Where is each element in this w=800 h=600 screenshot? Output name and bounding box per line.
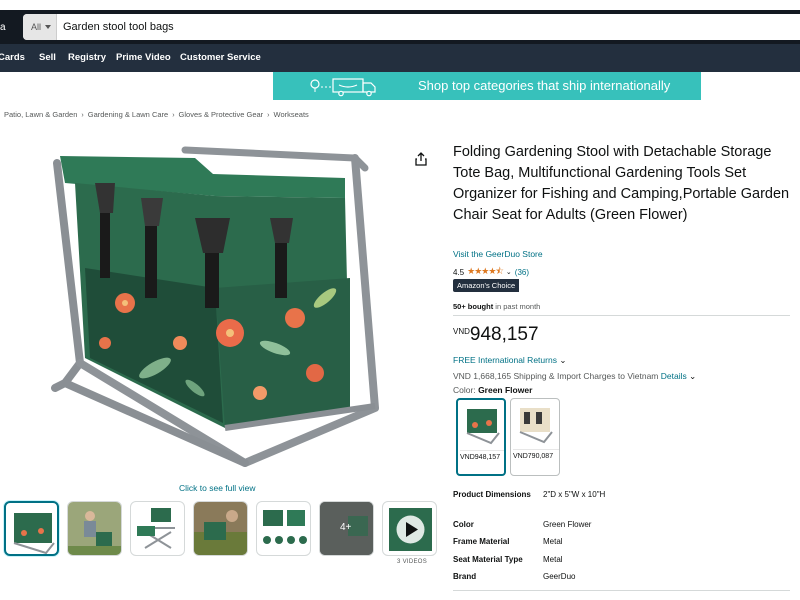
rating-count[interactable]: (36) [515,268,529,277]
shipping-text: VND 1,668,165 Shipping & Import Charges … [453,371,659,381]
spec-key: Frame Material [453,537,510,546]
chevron-right-icon: › [81,112,84,119]
nav-item-customer-service[interactable]: Customer Service [180,52,261,63]
spec-value: GeerDuo [543,572,576,581]
search-bar: All [23,14,800,40]
promo-banner[interactable]: Shop top categories that ship internatio… [273,72,701,100]
color-swatch-green-flower[interactable]: VND948,157 [456,398,506,476]
thumbnail-4[interactable] [193,501,248,556]
store-link[interactable]: Visit the GeerDuo Store [453,249,543,259]
full-view-link[interactable]: Click to see full view [179,483,256,493]
chevron-right-icon: › [267,112,270,119]
chevron-down-icon[interactable]: ⌄ [506,268,512,276]
returns-label: FREE International Returns [453,355,557,365]
breadcrumb-item[interactable]: Workseats [274,110,309,119]
bought-count-bold: 50+ bought [453,302,494,311]
thumbnail-1[interactable] [4,501,59,556]
caret-down-icon [45,25,51,29]
breadcrumb: Patio, Lawn & Garden › Gardening & Lawn Ca… [4,110,309,119]
breadcrumb-item[interactable]: Patio, Lawn & Garden [4,110,77,119]
top-strip [0,0,800,10]
divider [453,315,790,316]
bought-count-rest: in past month [493,302,541,311]
nav-bar: Cards Sell Registry Prime Video Customer… [0,44,800,72]
chevron-down-icon: ⌄ [559,355,567,365]
thumbnail-image [68,502,121,555]
color-selector-label: Color: Green Flower [453,385,532,395]
nav-item-registry[interactable]: Registry [68,52,106,63]
returns-link[interactable]: FREE International Returns ⌄ [453,355,566,366]
truck-icon [310,78,376,97]
shipping-info: VND 1,668,165 Shipping & Import Charges … [453,371,696,382]
swatch-image [466,409,500,445]
shipping-details-link[interactable]: Details [661,371,687,381]
color-label: Color: [453,385,476,395]
spec-key: Color [453,520,474,529]
thumbnail-image [194,502,247,555]
search-input[interactable] [63,14,763,40]
price-currency: VND [453,327,470,336]
price: VND948,157 [453,324,539,346]
star-rating-icon[interactable]: ★★★★⯪ [467,264,504,280]
videos-label: 3 VIDEOS [397,559,428,565]
thumbnail-image [263,510,307,544]
search-department-label: All [31,22,42,32]
bought-count: 50+ bought in past month [453,302,540,311]
swatch-price: VND948,157 [460,450,504,463]
thumbnail-5[interactable] [256,501,311,556]
spec-key: Brand [453,572,477,581]
color-value: Green Flower [478,385,533,395]
spec-value: Green Flower [543,520,592,529]
spec-value: Metal [543,537,563,546]
play-icon [389,508,432,551]
header: a All [0,10,800,44]
rating-value: 4.5 [453,267,465,277]
thumbnail-image [13,513,55,554]
thumbnail-strip: 4+ [4,501,444,561]
swatch-image [519,408,553,444]
more-images-count: 4+ [340,522,352,533]
color-swatch-alt[interactable]: VND790,087 [510,398,560,476]
header-logo-fragment[interactable]: a [0,22,6,33]
spec-key: Seat Material Type [453,555,523,564]
nav-item-sell[interactable]: Sell [39,52,56,63]
divider [453,590,790,591]
rating-row: 4.5 ★★★★⯪ ⌄ (36) [453,264,529,280]
price-amount: 948,157 [469,324,539,345]
nav-item-gift-cards[interactable]: Cards [0,52,25,63]
main-product-image[interactable] [45,138,395,478]
chevron-right-icon: › [172,112,175,119]
product-title: Folding Gardening Stool with Detachable … [453,144,790,223]
banner-text: Shop top categories that ship internatio… [418,78,671,93]
thumbnail-2[interactable] [67,501,122,556]
swatch-price: VND790,087 [513,449,559,462]
spec-value: Metal [543,555,563,564]
amazons-choice-badge: Amazon's Choice [453,279,520,292]
breadcrumb-item[interactable]: Gardening & Lawn Care [88,110,168,119]
nav-item-prime-video[interactable]: Prime Video [116,52,171,63]
spec-value: 2"D x 5"W x 10"H [543,490,606,499]
thumbnail-3[interactable] [130,501,185,556]
chevron-down-icon[interactable]: ⌄ [689,371,696,381]
search-department-select[interactable]: All [23,14,57,40]
spec-key: Product Dimensions [453,490,531,499]
thumbnail-video[interactable] [382,501,437,556]
breadcrumb-item[interactable]: Gloves & Protective Gear [179,110,264,119]
share-icon[interactable] [414,152,428,166]
thumbnail-image [137,508,175,549]
thumbnail-more[interactable]: 4+ [319,501,374,556]
